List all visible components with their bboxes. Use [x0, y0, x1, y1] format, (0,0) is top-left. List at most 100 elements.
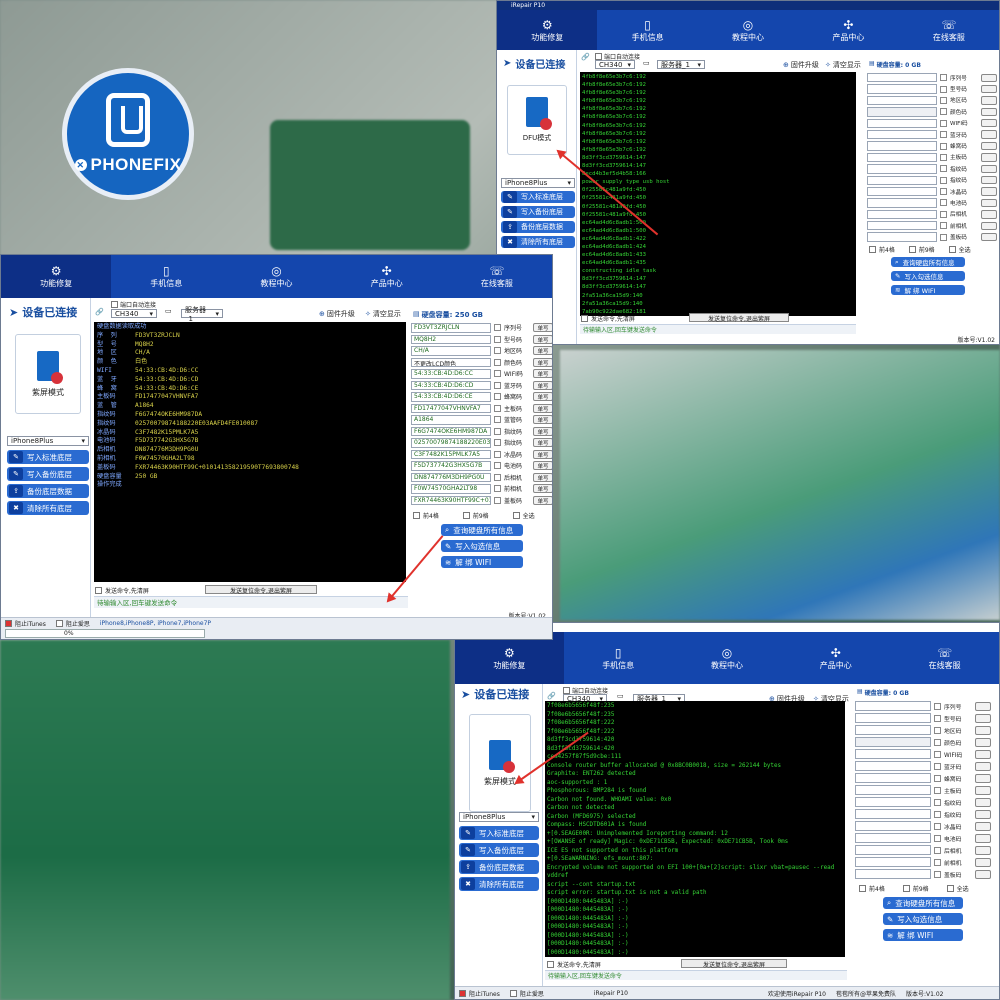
field-checkbox[interactable] [940, 188, 947, 196]
field-checkbox[interactable] [494, 450, 501, 458]
field-input[interactable] [855, 869, 931, 879]
write-single-button[interactable]: 单写 [533, 472, 552, 482]
field-checkbox[interactable] [494, 335, 501, 343]
write-single-button[interactable] [981, 153, 997, 162]
tab-products[interactable]: ✣ 产品中心 [798, 10, 898, 50]
field-checkbox[interactable] [934, 810, 941, 818]
field-input[interactable] [867, 175, 937, 185]
field-input[interactable]: 54:33:CB:4D:D6:CD [411, 380, 491, 390]
field-checkbox[interactable] [934, 702, 941, 710]
write-selected-button[interactable]: ✎ 写入勾选信息 [891, 271, 965, 281]
query-disk-button[interactable]: ⌕ 查询硬盘所有信息 [441, 524, 523, 536]
field-checkbox[interactable] [940, 222, 947, 230]
block-aisi-checkbox[interactable]: 阻止爱思 [509, 989, 544, 998]
field-input[interactable] [855, 761, 931, 771]
field-checkbox[interactable] [940, 142, 947, 150]
write-single-button[interactable]: 单写 [533, 415, 552, 425]
field-checkbox[interactable] [494, 358, 501, 366]
field-checkbox[interactable] [494, 485, 501, 493]
first-9-checkbox[interactable]: 前9格 [908, 245, 935, 254]
field-checkbox[interactable] [940, 74, 947, 82]
unbind-wifi-button[interactable]: ≋ 解 绑 WIFI [441, 556, 523, 568]
model-select[interactable]: iPhone8Plus ▾ [459, 812, 539, 822]
field-checkbox[interactable] [934, 834, 941, 842]
firmware-upgrade-button[interactable]: ⊕ 固件升级 [783, 60, 819, 70]
field-input[interactable]: MQ8H2 [411, 334, 491, 344]
write-single-button[interactable] [975, 737, 991, 747]
clear-display-button[interactable]: ✧ 清空显示 [365, 309, 401, 319]
auto-connect-checkbox[interactable]: 端口自动连接 [111, 300, 156, 309]
write-standard-button[interactable]: ✎ 写入标准底层 [501, 191, 575, 203]
firmware-upgrade-button[interactable]: ⊕ 固件升级 [319, 309, 355, 319]
write-single-button[interactable]: 单写 [533, 461, 552, 471]
field-input[interactable] [855, 821, 931, 831]
port-select[interactable]: CH340 ▾ [111, 309, 157, 318]
field-checkbox[interactable] [494, 427, 501, 435]
write-single-button[interactable] [981, 164, 997, 174]
port-select[interactable]: CH340 ▾ [595, 60, 635, 69]
block-aisi-checkbox[interactable]: 阻止爱思 [55, 619, 90, 628]
write-single-button[interactable] [975, 785, 991, 795]
write-single-button[interactable] [981, 107, 997, 117]
field-checkbox[interactable] [494, 404, 501, 412]
first-9-checkbox[interactable]: 前9格 [902, 884, 929, 893]
write-single-button[interactable] [981, 198, 997, 208]
server-select[interactable]: 服务器_1 ▾ [181, 306, 223, 323]
field-checkbox[interactable] [934, 798, 941, 806]
field-checkbox[interactable] [934, 846, 941, 854]
field-input[interactable]: F5D737742G3HX5G7B [411, 461, 491, 471]
write-single-button[interactable] [981, 141, 997, 151]
write-single-button[interactable] [975, 749, 991, 759]
send-reset-button[interactable]: 发送复位命令,退出紫屏 [681, 959, 787, 969]
block-itunes-checkbox[interactable]: 阻止iTunes [5, 619, 46, 628]
write-single-button[interactable] [975, 809, 991, 819]
field-checkbox[interactable] [934, 750, 941, 758]
field-input[interactable] [855, 833, 931, 843]
tab-repair[interactable]: ⚙ 功能修复 [497, 10, 598, 50]
field-input[interactable] [867, 152, 937, 163]
field-input[interactable] [855, 857, 931, 867]
field-checkbox[interactable] [934, 714, 941, 722]
write-single-button[interactable]: 单写 [533, 392, 552, 402]
field-checkbox[interactable] [934, 786, 941, 794]
tab-support[interactable]: ☏ 在线客服 [890, 632, 999, 684]
write-single-button[interactable] [975, 833, 991, 843]
field-checkbox[interactable] [934, 870, 941, 878]
field-input[interactable] [867, 141, 937, 151]
field-checkbox[interactable] [940, 210, 947, 218]
field-input[interactable] [855, 737, 931, 747]
field-checkbox[interactable] [940, 153, 947, 161]
field-input[interactable]: A1864 [411, 415, 491, 425]
clear-display-button[interactable]: ✧ 清空显示 [825, 60, 861, 70]
field-input[interactable] [855, 713, 931, 723]
write-single-button[interactable] [981, 187, 997, 196]
write-standard-button[interactable]: ✎ 写入标准底层 [459, 826, 539, 840]
write-single-button[interactable]: 单写 [533, 426, 552, 436]
write-single-button[interactable] [981, 96, 997, 105]
write-single-button[interactable]: 单写 [533, 334, 552, 344]
field-checkbox[interactable] [494, 347, 501, 355]
write-single-button[interactable]: 单写 [533, 484, 552, 494]
tab-tutorial[interactable]: ◎ 教程中心 [673, 632, 782, 684]
first-9-checkbox[interactable]: 前9格 [462, 511, 489, 520]
write-single-button[interactable] [981, 73, 997, 82]
write-single-button[interactable] [981, 130, 997, 139]
field-checkbox[interactable] [494, 393, 501, 401]
field-input[interactable] [867, 232, 937, 242]
model-select[interactable]: iPhone8Plus ▾ [501, 178, 575, 188]
field-input[interactable]: C3F7482K15PMLK7A5 [411, 449, 491, 459]
field-input[interactable]: FD3VT3ZRJCLN [411, 323, 491, 333]
write-single-button[interactable]: 单写 [533, 357, 552, 367]
write-single-button[interactable] [975, 869, 991, 879]
field-input[interactable] [867, 107, 937, 117]
write-single-button[interactable] [981, 119, 997, 128]
field-input[interactable] [867, 186, 937, 197]
field-checkbox[interactable] [494, 416, 501, 424]
write-single-button[interactable] [975, 761, 991, 771]
send-clear-checkbox[interactable]: 发送命令,先清屏 [95, 586, 149, 595]
field-checkbox[interactable] [940, 85, 947, 93]
backup-data-button[interactable]: ⇪ 备份底层数据 [459, 860, 539, 874]
field-input[interactable] [867, 164, 937, 174]
write-single-button[interactable]: 单写 [533, 403, 552, 413]
first-4-checkbox[interactable]: 前4格 [859, 884, 885, 893]
